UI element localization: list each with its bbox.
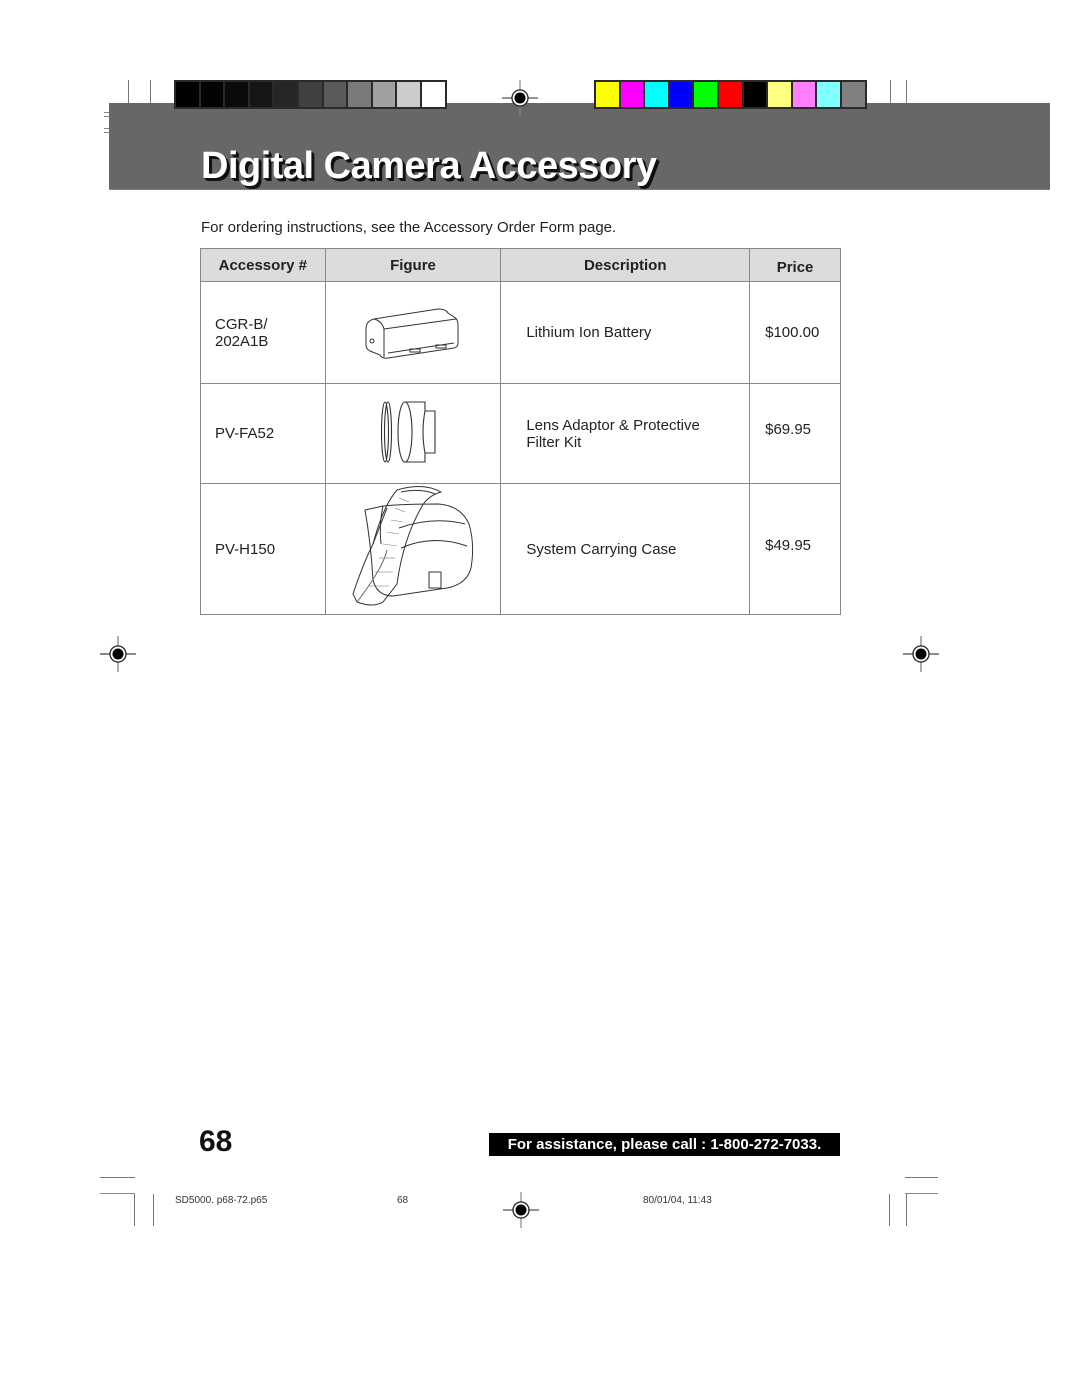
accessory-table: Accessory # Figure Description Price CGR…: [200, 248, 841, 615]
crop-mark: [100, 1177, 135, 1178]
description-cell: Lens Adaptor & Protective Filter Kit: [500, 383, 751, 484]
column-header-accessory: Accessory #: [200, 248, 326, 282]
grayscale-swatch: [200, 82, 224, 107]
crop-mark: [889, 1194, 890, 1226]
crop-mark: [153, 1194, 154, 1226]
color-calibration-bar: [594, 80, 867, 109]
registration-mark-icon: [100, 636, 136, 672]
assistance-phone-banner: For assistance, please call : 1-800-272-…: [489, 1133, 840, 1156]
figure-cell: [324, 383, 502, 484]
grayscale-swatch: [176, 82, 199, 107]
grayscale-swatch: [225, 82, 248, 107]
slug-page: 68: [397, 1195, 409, 1206]
table-row: CGR-B/ 202A1B Lithium Ion Battery $100.0…: [200, 281, 841, 384]
grayscale-swatch: [348, 82, 371, 107]
color-swatch: [645, 82, 668, 107]
accessory-code-line: 202A1B: [215, 332, 269, 350]
table-header-row: Accessory # Figure Description Price: [200, 248, 841, 282]
grayscale-swatch: [397, 82, 420, 107]
description-text: Lens Adaptor & Protective: [526, 416, 700, 434]
accessory-code-line: PV-H150: [215, 540, 276, 558]
description-cell: Lithium Ion Battery: [500, 281, 751, 384]
title-banner: Digital Camera Accessory: [109, 103, 1050, 190]
grayscale-swatch: [274, 82, 297, 107]
column-header-figure: Figure: [324, 248, 502, 282]
grayscale-swatch: [323, 82, 347, 107]
column-header-price: Price: [749, 248, 841, 282]
description-text: System Carrying Case: [526, 540, 677, 558]
carrying-case-illustration-icon: [352, 486, 474, 606]
accessory-code: CGR-B/ 202A1B: [200, 281, 326, 384]
crop-mark: [134, 1194, 135, 1226]
table-row: PV-H150 System Carrying Case $49.95: [200, 483, 841, 615]
slug-date: 80/01/04, 11:43: [643, 1195, 712, 1206]
grayscale-calibration-bar: [174, 80, 447, 109]
accessory-code: PV-FA52: [200, 383, 326, 484]
battery-illustration-icon: [365, 307, 459, 359]
registration-mark-icon: [903, 636, 939, 672]
color-swatch: [718, 82, 742, 107]
crop-mark: [905, 1177, 938, 1178]
description-text: Lithium Ion Battery: [526, 324, 652, 341]
figure-cell: [324, 281, 502, 384]
grayscale-swatch: [298, 82, 322, 107]
registration-mark-icon: [503, 1192, 539, 1228]
price-cell: $49.95: [749, 483, 841, 615]
crop-mark: [906, 1194, 907, 1226]
crop-mark: [905, 1193, 938, 1197]
color-swatch: [768, 82, 791, 107]
accessory-code: PV-H150: [200, 483, 326, 615]
registration-mark-icon: [502, 80, 538, 116]
color-swatch: [620, 82, 644, 107]
description-cell: System Carrying Case: [500, 483, 751, 615]
color-swatch: [792, 82, 816, 107]
description-text: Filter Kit: [526, 433, 582, 451]
color-swatch: [817, 82, 840, 107]
color-swatch: [694, 82, 717, 107]
accessory-code-line: CGR-B/: [215, 315, 268, 333]
column-header-description: Description: [500, 248, 751, 282]
color-swatch: [743, 82, 767, 107]
page-title: Digital Camera Accessory: [201, 145, 657, 187]
ordering-instructions: For ordering instructions, see the Acces…: [201, 219, 617, 236]
grayscale-swatch: [249, 82, 273, 107]
grayscale-swatch: [372, 82, 396, 107]
crop-mark: [100, 1193, 135, 1197]
table-row: PV-FA52 Lens Adaptor & Protective Filter…: [200, 383, 841, 484]
accessory-code-line: PV-FA52: [215, 425, 275, 442]
lens-adaptor-illustration-icon: [380, 400, 436, 463]
price-cell: $100.00: [749, 281, 841, 384]
page-number: 68: [199, 1125, 233, 1158]
price-cell: $69.95: [749, 383, 841, 484]
color-swatch: [596, 82, 619, 107]
grayscale-swatch: [421, 82, 445, 107]
slug-filename: SD5000. p68-72.p65: [175, 1195, 268, 1206]
color-swatch: [669, 82, 693, 107]
figure-cell: [324, 483, 502, 615]
color-swatch: [841, 82, 865, 107]
